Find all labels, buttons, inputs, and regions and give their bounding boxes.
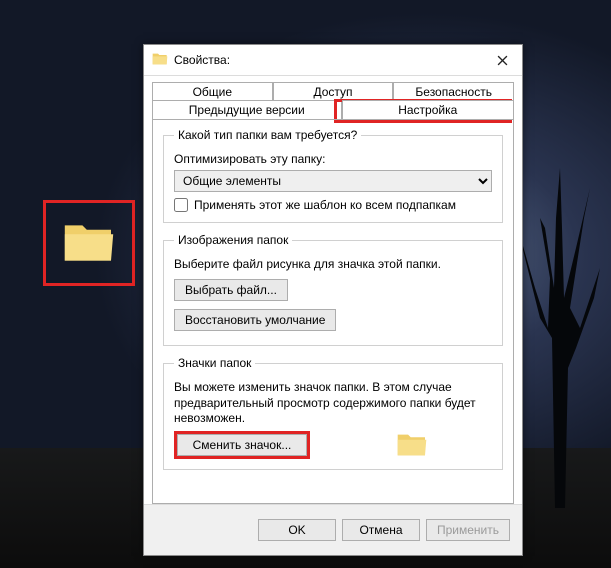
tab-panel-customize: Какой тип папки вам требуется? Оптимизир… (152, 119, 514, 504)
change-icon-button[interactable]: Сменить значок... (177, 434, 307, 456)
folder-icons-desc: Вы можете изменить значок папки. В этом … (174, 380, 492, 427)
apply-subfolders-label: Применять этот же шаблон ко всем подпапк… (194, 198, 456, 212)
desktop-background: Свойства: Общие Доступ Безопасность Пред… (0, 0, 611, 568)
tab-strip: Общие Доступ Безопасность Предыдущие вер… (144, 76, 522, 119)
folder-images-desc: Выберите файл рисунка для значка этой па… (174, 257, 492, 271)
desktop-folder-highlight (43, 200, 135, 286)
tab-customize[interactable]: Настройка (342, 100, 514, 119)
group-folder-images: Изображения папок Выберите файл рисунка … (163, 233, 503, 346)
group-folder-icons: Значки папок Вы можете изменить значок п… (163, 356, 503, 470)
group-folder-icons-legend: Значки папок (174, 356, 255, 370)
group-folder-type-legend: Какой тип папки вам требуется? (174, 128, 361, 142)
folder-icon (152, 52, 168, 68)
optimize-combo[interactable]: Общие элементы (174, 170, 492, 192)
tab-security[interactable]: Безопасность (393, 82, 514, 101)
titlebar: Свойства: (144, 45, 522, 76)
properties-dialog: Свойства: Общие Доступ Безопасность Пред… (143, 44, 523, 556)
folder-icon[interactable] (62, 221, 116, 265)
group-folder-type: Какой тип папки вам требуется? Оптимизир… (163, 128, 503, 223)
apply-button[interactable]: Применить (426, 519, 510, 541)
tab-sharing[interactable]: Доступ (273, 82, 394, 101)
dialog-title: Свойства: (174, 53, 482, 67)
choose-file-button[interactable]: Выбрать файл... (174, 279, 288, 301)
group-folder-images-legend: Изображения папок (174, 233, 292, 247)
dialog-button-bar: OK Отмена Применить (144, 504, 522, 555)
folder-icon-preview (396, 432, 428, 460)
close-icon (497, 55, 508, 66)
restore-default-button[interactable]: Восстановить умолчание (174, 309, 336, 331)
tab-general[interactable]: Общие (152, 82, 273, 101)
cancel-button[interactable]: Отмена (342, 519, 420, 541)
change-icon-highlight: Сменить значок... (174, 431, 310, 459)
tab-previous-versions[interactable]: Предыдущие версии (152, 100, 342, 119)
optimize-label: Оптимизировать эту папку: (174, 152, 492, 166)
close-button[interactable] (482, 45, 522, 75)
ok-button[interactable]: OK (258, 519, 336, 541)
apply-subfolders-checkbox[interactable] (174, 198, 188, 212)
